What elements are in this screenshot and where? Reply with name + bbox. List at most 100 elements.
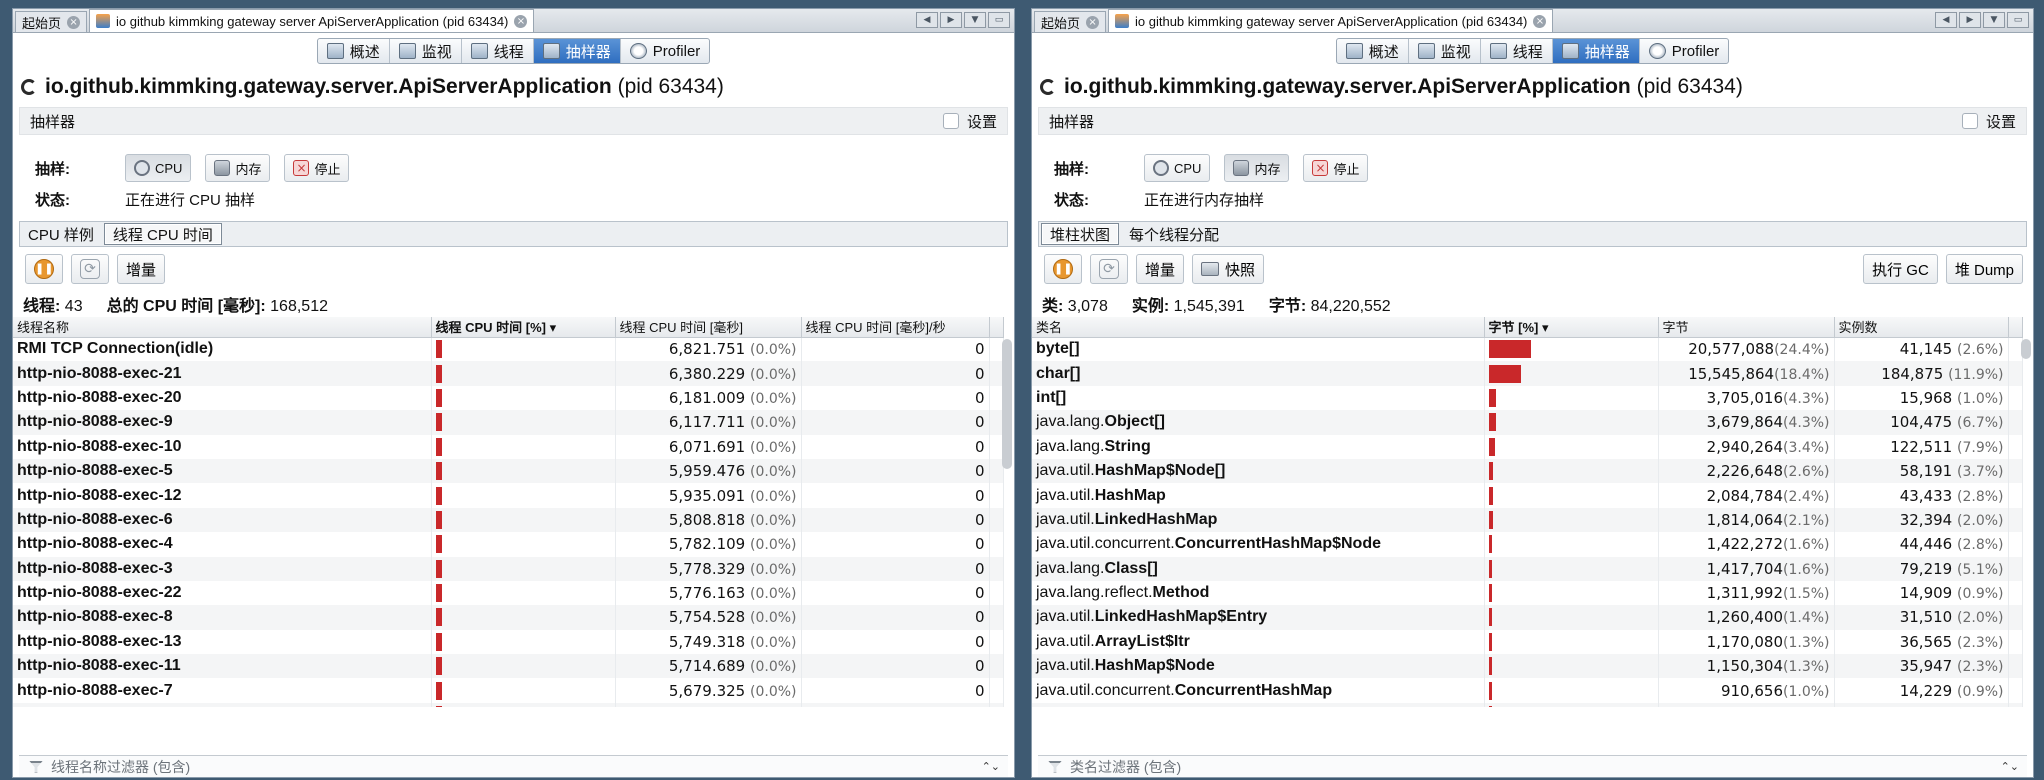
heap-dump-button[interactable]: 堆 Dump [1945,254,2023,284]
close-icon[interactable]: × [1533,14,1547,28]
tab-thread-cpu-time[interactable]: 线程 CPU 时间 [103,223,222,245]
filter-options-icon[interactable]: ⌃⌄ [982,760,1000,773]
table-row[interactable]: http-nio-8088-exec-5 5,959.476 (0.0%) 0 [13,458,1004,484]
delta-button[interactable]: 增量 [1136,254,1185,284]
doc-tab-application[interactable]: io github kimmking gateway server ApiSer… [89,9,535,32]
pause-button[interactable]: ❚❚ [1044,254,1082,284]
table-row[interactable]: java.util.LinkedHashMap$Entry 1,260,400(1… [1032,605,2023,630]
cpu-sample-button[interactable]: CPU [125,154,192,182]
column-cpu-ms-per-sec[interactable]: 线程 CPU 时间 [毫秒]/秒 [801,317,990,338]
table-row[interactable]: java.util.HashMap$Node 1,150,304(1.3%) 35,… [1032,654,2023,679]
table-row[interactable]: http-nio-8088-exec-13 5,749.318 (0.0%) 0 [13,629,1004,655]
table-row[interactable]: char[] 15,545,864(18.4%) 184,875 (11.9%) [1032,361,2023,386]
refresh-button[interactable]: ⟳ [71,254,109,284]
table-row[interactable]: RMI TCP Connection(idle) 6,821.751 (0.0%)… [13,337,1004,362]
tab-heap-histogram[interactable]: 堆柱状图 [1041,223,1120,245]
close-icon[interactable]: × [67,15,81,29]
stop-sample-button[interactable]: × 停止 [284,154,350,182]
tab-per-thread-allocations[interactable]: 每个线程分配 [1121,222,1227,246]
column-bytes-percent[interactable]: 字节 [%] ▾ [1484,317,1659,338]
tab-sampler[interactable]: 抽样器 [1552,39,1640,63]
table-row[interactable]: http-nio-8088-exec-9 6,117.711 (0.0%) 0 [13,410,1004,435]
delta-button[interactable]: 增量 [117,254,166,284]
snapshot-button[interactable]: 快照 [1192,254,1265,284]
column-instances[interactable]: 实例数 [1834,317,2009,338]
table-row[interactable]: http-nio-8088-exec-4 5,782.109 (0.0%) 0 [13,532,1004,557]
tab-threads[interactable]: 线程 [462,39,534,63]
tab-list-icon[interactable]: ▼ [964,12,986,28]
table-row[interactable]: int[] 3,705,016(4.3%) 15,968 (1.0%) [1032,385,2023,411]
filter-placeholder[interactable]: 线程名称过滤器 (包含) [51,757,190,777]
tab-cpu-samples[interactable]: CPU 样例 [20,222,102,246]
busy-spinner-icon [21,79,37,95]
maximize-icon[interactable]: ▭ [988,12,1010,28]
tab-profiler[interactable]: Profiler [1640,39,1729,63]
column-cpu-percent[interactable]: 线程 CPU 时间 [%] ▾ [431,317,616,338]
table-row[interactable]: java.util.LinkedHashMap 1,814,064(2.1%) 32… [1032,507,2023,533]
table-row[interactable]: http-nio-8088-exec-22 5,776.163 (0.0%) 0 [13,580,1004,606]
scroll-right-icon[interactable]: ▶ [940,12,962,28]
doc-tab-start-page[interactable]: 起始页 × [15,11,88,32]
settings-checkbox[interactable] [942,113,959,129]
tab-list-icon[interactable]: ▼ [1983,12,2005,28]
table-row[interactable]: http-nio-8088-exec-6 5,808.818 (0.0%) 0 [13,507,1004,533]
tab-sampler[interactable]: 抽样器 [533,39,621,63]
tab-overview[interactable]: 概述 [1337,39,1409,63]
table-row[interactable]: http-nio-8088-exec-20 6,181.009 (0.0%) 0 [13,385,1004,411]
doc-tab-start-page[interactable]: 起始页 × [1034,11,1107,32]
pause-button[interactable]: ❚❚ [25,254,63,284]
vertical-scrollbar[interactable] [1002,339,1012,469]
stop-sample-button[interactable]: × 停止 [1303,154,1369,182]
tab-profiler[interactable]: Profiler [621,39,710,63]
table-row[interactable]: java.lang.Object[] 3,679,864(4.3%) 104,475… [1032,410,2023,435]
tab-monitor[interactable]: 监视 [1409,39,1481,63]
filter-options-icon[interactable]: ⌃⌄ [2001,760,2019,773]
refresh-button[interactable]: ⟳ [1090,254,1128,284]
settings-checkbox[interactable] [1961,113,1978,129]
thread-filter-bar[interactable]: 线程名称过滤器 (包含) ⌃⌄ [19,755,1008,777]
table-row[interactable]: http-nio-8088-exec-18 5,676.343 (0.0%)0 [13,702,1004,707]
settings-toggle[interactable]: 设置 [1961,111,2016,132]
table-row[interactable]: http-nio-8088-exec-7 5,679.325 (0.0%) 0 [13,678,1004,703]
memory-sample-button[interactable]: 内存 [1224,154,1290,182]
cpu-ms-cell: 5,935.091 (0.0%) [615,483,802,508]
tab-monitor[interactable]: 监视 [390,39,462,63]
doc-tab-application[interactable]: io github kimmking gateway server ApiSer… [1108,9,1554,32]
class-filter-bar[interactable]: 类名过滤器 (包含) ⌃⌄ [1038,755,2027,777]
tab-threads[interactable]: 线程 [1481,39,1553,63]
close-icon[interactable]: × [514,14,528,28]
table-row[interactable]: java.lang.String 2,940,264(3.4%) 122,511 (… [1032,434,2023,459]
perform-gc-button[interactable]: 执行 GC [1863,254,1938,284]
table-row[interactable]: byte[] 20,577,088(24.4%) 41,145 (2.6%) [1032,337,2023,362]
scroll-right-icon[interactable]: ▶ [1959,12,1981,28]
table-row[interactable]: java.util.ArrayList$Itr 1,170,080(1.3%) 36… [1032,629,2023,655]
vertical-scrollbar[interactable] [2021,339,2031,359]
column-bytes[interactable]: 字节 [1658,317,1835,338]
filter-placeholder[interactable]: 类名过滤器 (包含) [1070,757,1181,777]
table-row[interactable]: java.lang.Class[] 1,417,704(1.6%) 79,219 (… [1032,556,2023,581]
column-class-name[interactable]: 类名 [1032,317,1485,338]
table-row[interactable]: http-nio-8088-exec-21 6,380.229 (0.0%) 0 [13,361,1004,386]
column-cpu-ms[interactable]: 线程 CPU 时间 [毫秒] [615,317,802,338]
table-row[interactable]: java.util.HashMap$Node[] 2,226,648(2.6%) 5… [1032,458,2023,484]
memory-sample-button[interactable]: 内存 [205,154,271,182]
table-row[interactable]: http-nio-8088-exec-11 5,714.689 (0.0%) 0 [13,654,1004,679]
close-icon[interactable]: × [1086,15,1100,29]
table-row[interactable]: java.util.HashMap 2,084,784(2.4%) 43,433 (… [1032,483,2023,508]
table-row[interactable]: java.util.concurrent.ConcurrentHashMap 91… [1032,678,2023,703]
column-thread-name[interactable]: 线程名称 [13,317,432,338]
table-row[interactable]: java.util.concurrent.ConcurrentHashMap$N… [1032,532,2023,557]
maximize-icon[interactable]: ▭ [2007,12,2029,28]
table-row[interactable]: http-nio-8088-exec-3 5,778.329 (0.0%) 0 [13,556,1004,581]
table-row[interactable]: java.util.ArrayList 884,976(1.0%)36,874 (… [1032,702,2023,707]
table-row[interactable]: http-nio-8088-exec-8 5,754.528 (0.0%) 0 [13,605,1004,630]
scroll-left-icon[interactable]: ◀ [916,12,938,28]
settings-toggle[interactable]: 设置 [942,111,997,132]
tab-overview[interactable]: 概述 [318,39,390,63]
scroll-left-icon[interactable]: ◀ [1935,12,1957,28]
table-row[interactable]: http-nio-8088-exec-12 5,935.091 (0.0%) 0 [13,483,1004,508]
table-row[interactable]: http-nio-8088-exec-10 6,071.691 (0.0%) 0 [13,434,1004,459]
cpu-sample-button[interactable]: CPU [1144,154,1211,182]
table-row[interactable]: java.lang.reflect.Method 1,311,992(1.5%) 1… [1032,580,2023,606]
instances-value: 14,909 [1899,584,1953,603]
